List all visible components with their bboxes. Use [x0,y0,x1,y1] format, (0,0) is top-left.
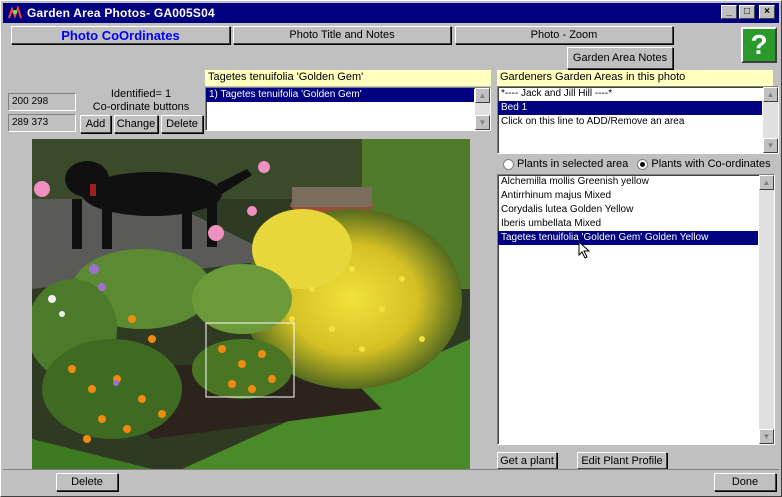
radio-plants-with-coordinates[interactable]: Plants with Co-ordinates [637,158,771,170]
scroll-up-icon[interactable]: ▲ [763,87,778,102]
plants-scrollbar[interactable]: ▲ ▼ [759,175,774,444]
garden-areas-header: Gardeners Garden Areas in this photo [497,70,773,86]
tab-photo-title-notes[interactable]: Photo Title and Notes [233,26,451,44]
app-icon [7,4,23,20]
help-icon[interactable]: ? [741,27,777,63]
garden-areas-listbox[interactable]: *---- Jack and Jill Hill ----* Bed 1 Cli… [497,86,779,154]
list-item[interactable]: Corydalis lutea Golden Yellow [498,203,758,217]
main-window: Garden Area Photos- GA005S04 _ □ × Photo… [0,0,782,497]
coordinate-buttons-label: Co-ordinate buttons [92,101,190,113]
scroll-down-icon[interactable]: ▼ [759,429,774,444]
coordinate-field-1[interactable]: 200 298 [8,93,76,111]
radio-selected-icon[interactable] [637,158,649,170]
get-a-plant-button[interactable]: Get a plant [497,452,557,469]
title-bar[interactable]: Garden Area Photos- GA005S04 _ □ × [3,3,779,23]
list-item[interactable]: *---- Jack and Jill Hill ----* [498,87,762,101]
list-item[interactable]: Tagetes tenuifolia 'Golden Gem' Golden Y… [498,231,758,245]
list-item[interactable]: 1) Tagetes tenuifolia 'Golden Gem' [206,88,474,102]
list-item[interactable]: Bed 1 [498,101,762,115]
edit-plant-profile-button[interactable]: Edit Plant Profile [577,452,667,469]
tab-photo-zoom[interactable]: Photo - Zoom [455,26,673,44]
coordinate-field-2[interactable]: 289 373 [8,114,76,132]
garden-areas-scrollbar[interactable]: ▲ ▼ [763,87,778,153]
change-coordinate-button[interactable]: Change [114,115,158,133]
list-item[interactable]: Click on this line to ADD/Remove an area [498,115,762,129]
scroll-up-icon[interactable]: ▲ [475,88,490,103]
coordinate-list-scrollbar[interactable]: ▲ ▼ [475,88,490,130]
scroll-down-icon[interactable]: ▼ [763,138,778,153]
close-button[interactable]: × [759,5,775,19]
garden-photo[interactable] [32,139,470,469]
status-bar [3,469,779,495]
plant-filter-group: Plants in selected area Plants with Co-o… [503,158,771,170]
window-controls: _ □ × [721,5,775,19]
list-item[interactable]: Antirrhinum majus Mixed [498,189,758,203]
done-button[interactable]: Done [714,473,776,491]
garden-area-notes-button[interactable]: Garden Area Notes [567,47,673,69]
window-title: Garden Area Photos- GA005S04 [27,6,215,20]
delete-coordinate-button[interactable]: Delete [161,115,203,133]
selected-plant-header: Tagetes tenuifolia 'Golden Gem' [205,70,491,86]
radio-circle-icon[interactable] [503,158,514,170]
list-item[interactable]: Alchemilla mollis Greenish yellow [498,175,758,189]
coordinate-listbox[interactable]: 1) Tagetes tenuifolia 'Golden Gem' ▲ ▼ [205,87,491,131]
add-coordinate-button[interactable]: Add [80,115,111,133]
identified-label: Identified= 1 [110,88,172,100]
scroll-down-icon[interactable]: ▼ [475,115,490,130]
delete-photo-button[interactable]: Delete [56,473,118,491]
mouse-cursor-icon [578,241,591,259]
scroll-up-icon[interactable]: ▲ [759,175,774,190]
list-item[interactable]: Iberis umbellata Mixed [498,217,758,231]
tab-photo-coordinates[interactable]: Photo CoOrdinates [11,26,230,44]
radio-plants-in-area[interactable]: Plants in selected area [503,158,631,170]
maximize-button[interactable]: □ [739,5,755,19]
plants-listbox[interactable]: Alchemilla mollis Greenish yellow Antirr… [497,174,775,445]
minimize-button[interactable]: _ [721,5,737,19]
garden-photo-image [32,139,470,469]
